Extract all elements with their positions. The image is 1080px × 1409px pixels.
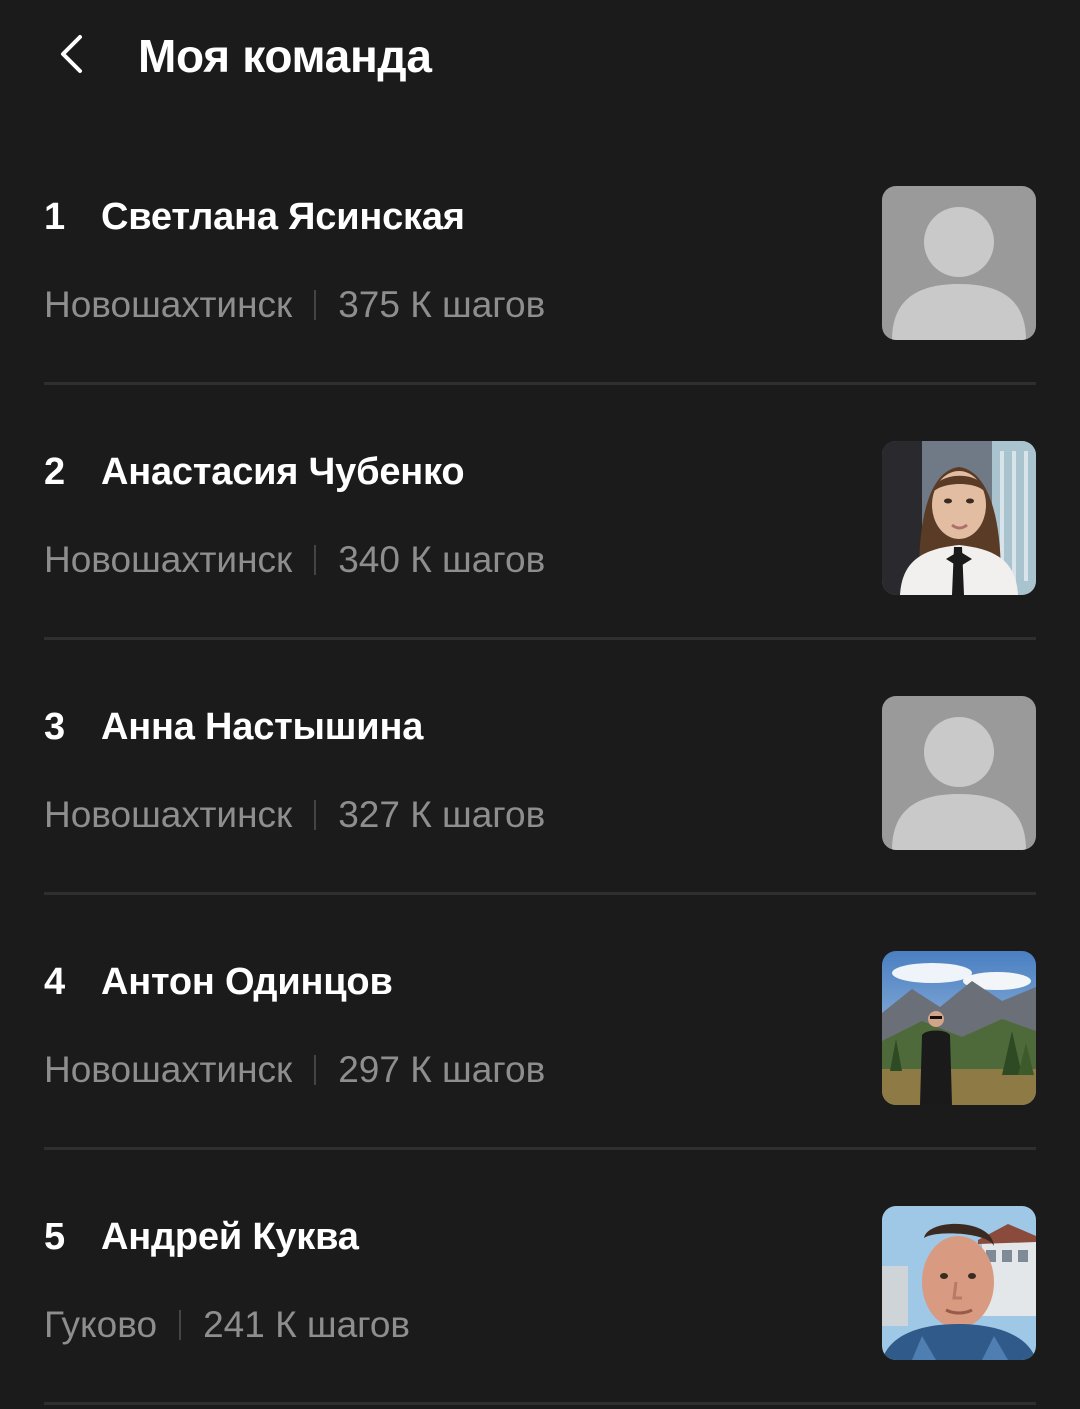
member-meta: Новошахтинск 340 К шагов: [44, 537, 545, 583]
member-city: Гуково: [44, 1304, 158, 1345]
meta-separator: [314, 1055, 317, 1085]
member-meta: Новошахтинск 297 К шагов: [44, 1047, 545, 1093]
member-steps: 241 К шагов: [203, 1304, 411, 1345]
man-mountains-photo: [882, 951, 1036, 1105]
avatar-placeholder[interactable]: [882, 696, 1036, 850]
divider: [44, 1402, 1036, 1405]
member-name: Анастасия Чубенко: [101, 451, 465, 493]
user-silhouette-icon: [882, 696, 1036, 850]
page-title: Моя команда: [138, 30, 432, 82]
chevron-left-icon: [61, 35, 82, 73]
team-member-row[interactable]: 1 Светлана Ясинская Новошахтинск 375 К ш…: [0, 130, 1080, 385]
back-button[interactable]: [40, 22, 104, 86]
member-city: Новошахтинск: [44, 539, 293, 580]
member-city: Новошахтинск: [44, 794, 293, 835]
member-rank: 3: [44, 706, 66, 748]
woman-portrait-photo: [882, 441, 1036, 595]
avatar-photo[interactable]: [882, 1206, 1036, 1360]
meta-separator: [179, 1310, 182, 1340]
member-name: Андрей Куква: [101, 1216, 359, 1258]
meta-separator: [314, 545, 317, 575]
member-name: Светлана Ясинская: [101, 196, 465, 238]
avatar-photo[interactable]: [882, 951, 1036, 1105]
member-meta: Новошахтинск 375 К шагов: [44, 282, 545, 328]
member-steps: 327 К шагов: [338, 794, 546, 835]
top-bar: Моя команда: [0, 0, 1080, 115]
member-city: Новошахтинск: [44, 284, 293, 325]
member-rank: 2: [44, 451, 66, 493]
team-member-row[interactable]: 3 Анна Настышина Новошахтинск 327 К шаго…: [0, 640, 1080, 895]
member-name: Анна Настышина: [101, 706, 424, 748]
member-meta: Гуково 241 К шагов: [44, 1302, 410, 1348]
meta-separator: [314, 290, 317, 320]
member-rank: 5: [44, 1216, 66, 1258]
member-city: Новошахтинск: [44, 1049, 293, 1090]
meta-separator: [314, 800, 317, 830]
team-list: 1 Светлана Ясинская Новошахтинск 375 К ш…: [0, 130, 1080, 1405]
team-member-row[interactable]: 2 Анастасия Чубенко Новошахтинск 340 К ш…: [0, 385, 1080, 640]
man-selfie-photo: [882, 1206, 1036, 1360]
avatar-photo[interactable]: [882, 441, 1036, 595]
team-member-row[interactable]: 4 Антон Одинцов Новошахтинск 297 К шагов: [0, 895, 1080, 1150]
member-steps: 297 К шагов: [338, 1049, 546, 1090]
member-name: Антон Одинцов: [101, 961, 393, 1003]
member-rank: 1: [44, 196, 66, 238]
member-rank: 4: [44, 961, 66, 1003]
user-silhouette-icon: [882, 186, 1036, 340]
team-member-row[interactable]: 5 Андрей Куква Гуково 241 К шагов: [0, 1150, 1080, 1405]
member-steps: 375 К шагов: [338, 284, 546, 325]
member-steps: 340 К шагов: [338, 539, 546, 580]
avatar-placeholder[interactable]: [882, 186, 1036, 340]
member-meta: Новошахтинск 327 К шагов: [44, 792, 545, 838]
